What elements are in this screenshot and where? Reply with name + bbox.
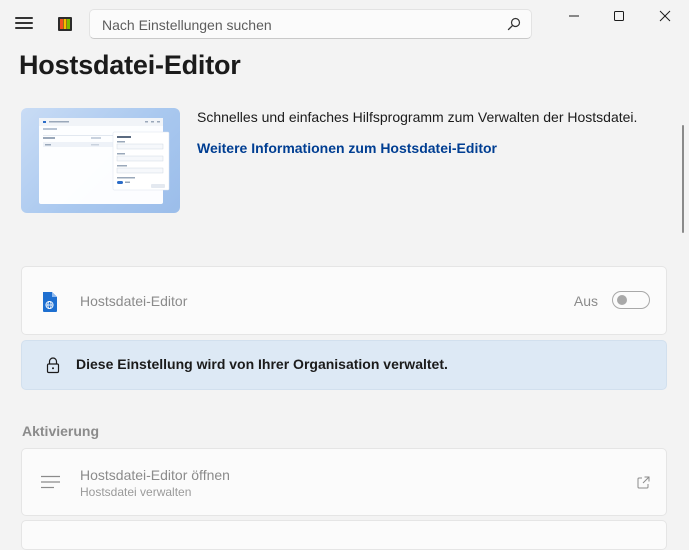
maximize-icon (614, 11, 624, 21)
enable-module-toggle[interactable] (612, 291, 650, 309)
powertoys-icon (58, 17, 72, 31)
minimize-icon (569, 15, 579, 17)
section-header-activation: Aktivierung (22, 423, 100, 439)
close-icon (659, 10, 671, 22)
close-button[interactable] (642, 0, 688, 32)
search-input[interactable] (100, 14, 504, 36)
minimize-button[interactable] (551, 0, 597, 32)
module-toggle-label: Hostsdatei-Editor (80, 293, 188, 309)
vertical-scrollbar[interactable] (682, 125, 684, 233)
toggle-knob (617, 295, 627, 305)
launch-module-card[interactable]: Hostsdatei-Editor öffnen Hostsdatei verw… (21, 448, 667, 516)
hosts-file-icon (43, 292, 57, 312)
open-external-icon (637, 476, 650, 489)
launch-title: Hostsdatei-Editor öffnen (80, 467, 230, 483)
learn-more-link[interactable]: Weitere Informationen zum Hostsdatei-Edi… (197, 140, 497, 156)
enable-module-card: Hostsdatei-Editor Aus (21, 266, 667, 335)
lock-icon (46, 357, 60, 374)
maximize-button[interactable] (596, 0, 642, 32)
list-icon (41, 475, 60, 489)
hosts-editor-preview-illustration (39, 118, 170, 204)
title-bar (0, 0, 689, 46)
search-icon[interactable] (507, 17, 521, 31)
page-title: Hostsdatei-Editor (19, 50, 241, 80)
module-description: Schnelles und einfaches Hilfsprogramm zu… (197, 109, 638, 125)
policy-info-bar: Diese Einstellung wird von Ihrer Organis… (21, 340, 667, 390)
toggle-state-label: Aus (573, 293, 598, 309)
policy-message: Diese Einstellung wird von Ihrer Organis… (76, 356, 448, 372)
search-box[interactable] (89, 9, 532, 39)
hero-image (21, 108, 180, 213)
next-settings-card (21, 520, 667, 550)
launch-subtitle: Hostsdatei verwalten (80, 485, 192, 499)
hamburger-icon[interactable] (15, 17, 33, 31)
